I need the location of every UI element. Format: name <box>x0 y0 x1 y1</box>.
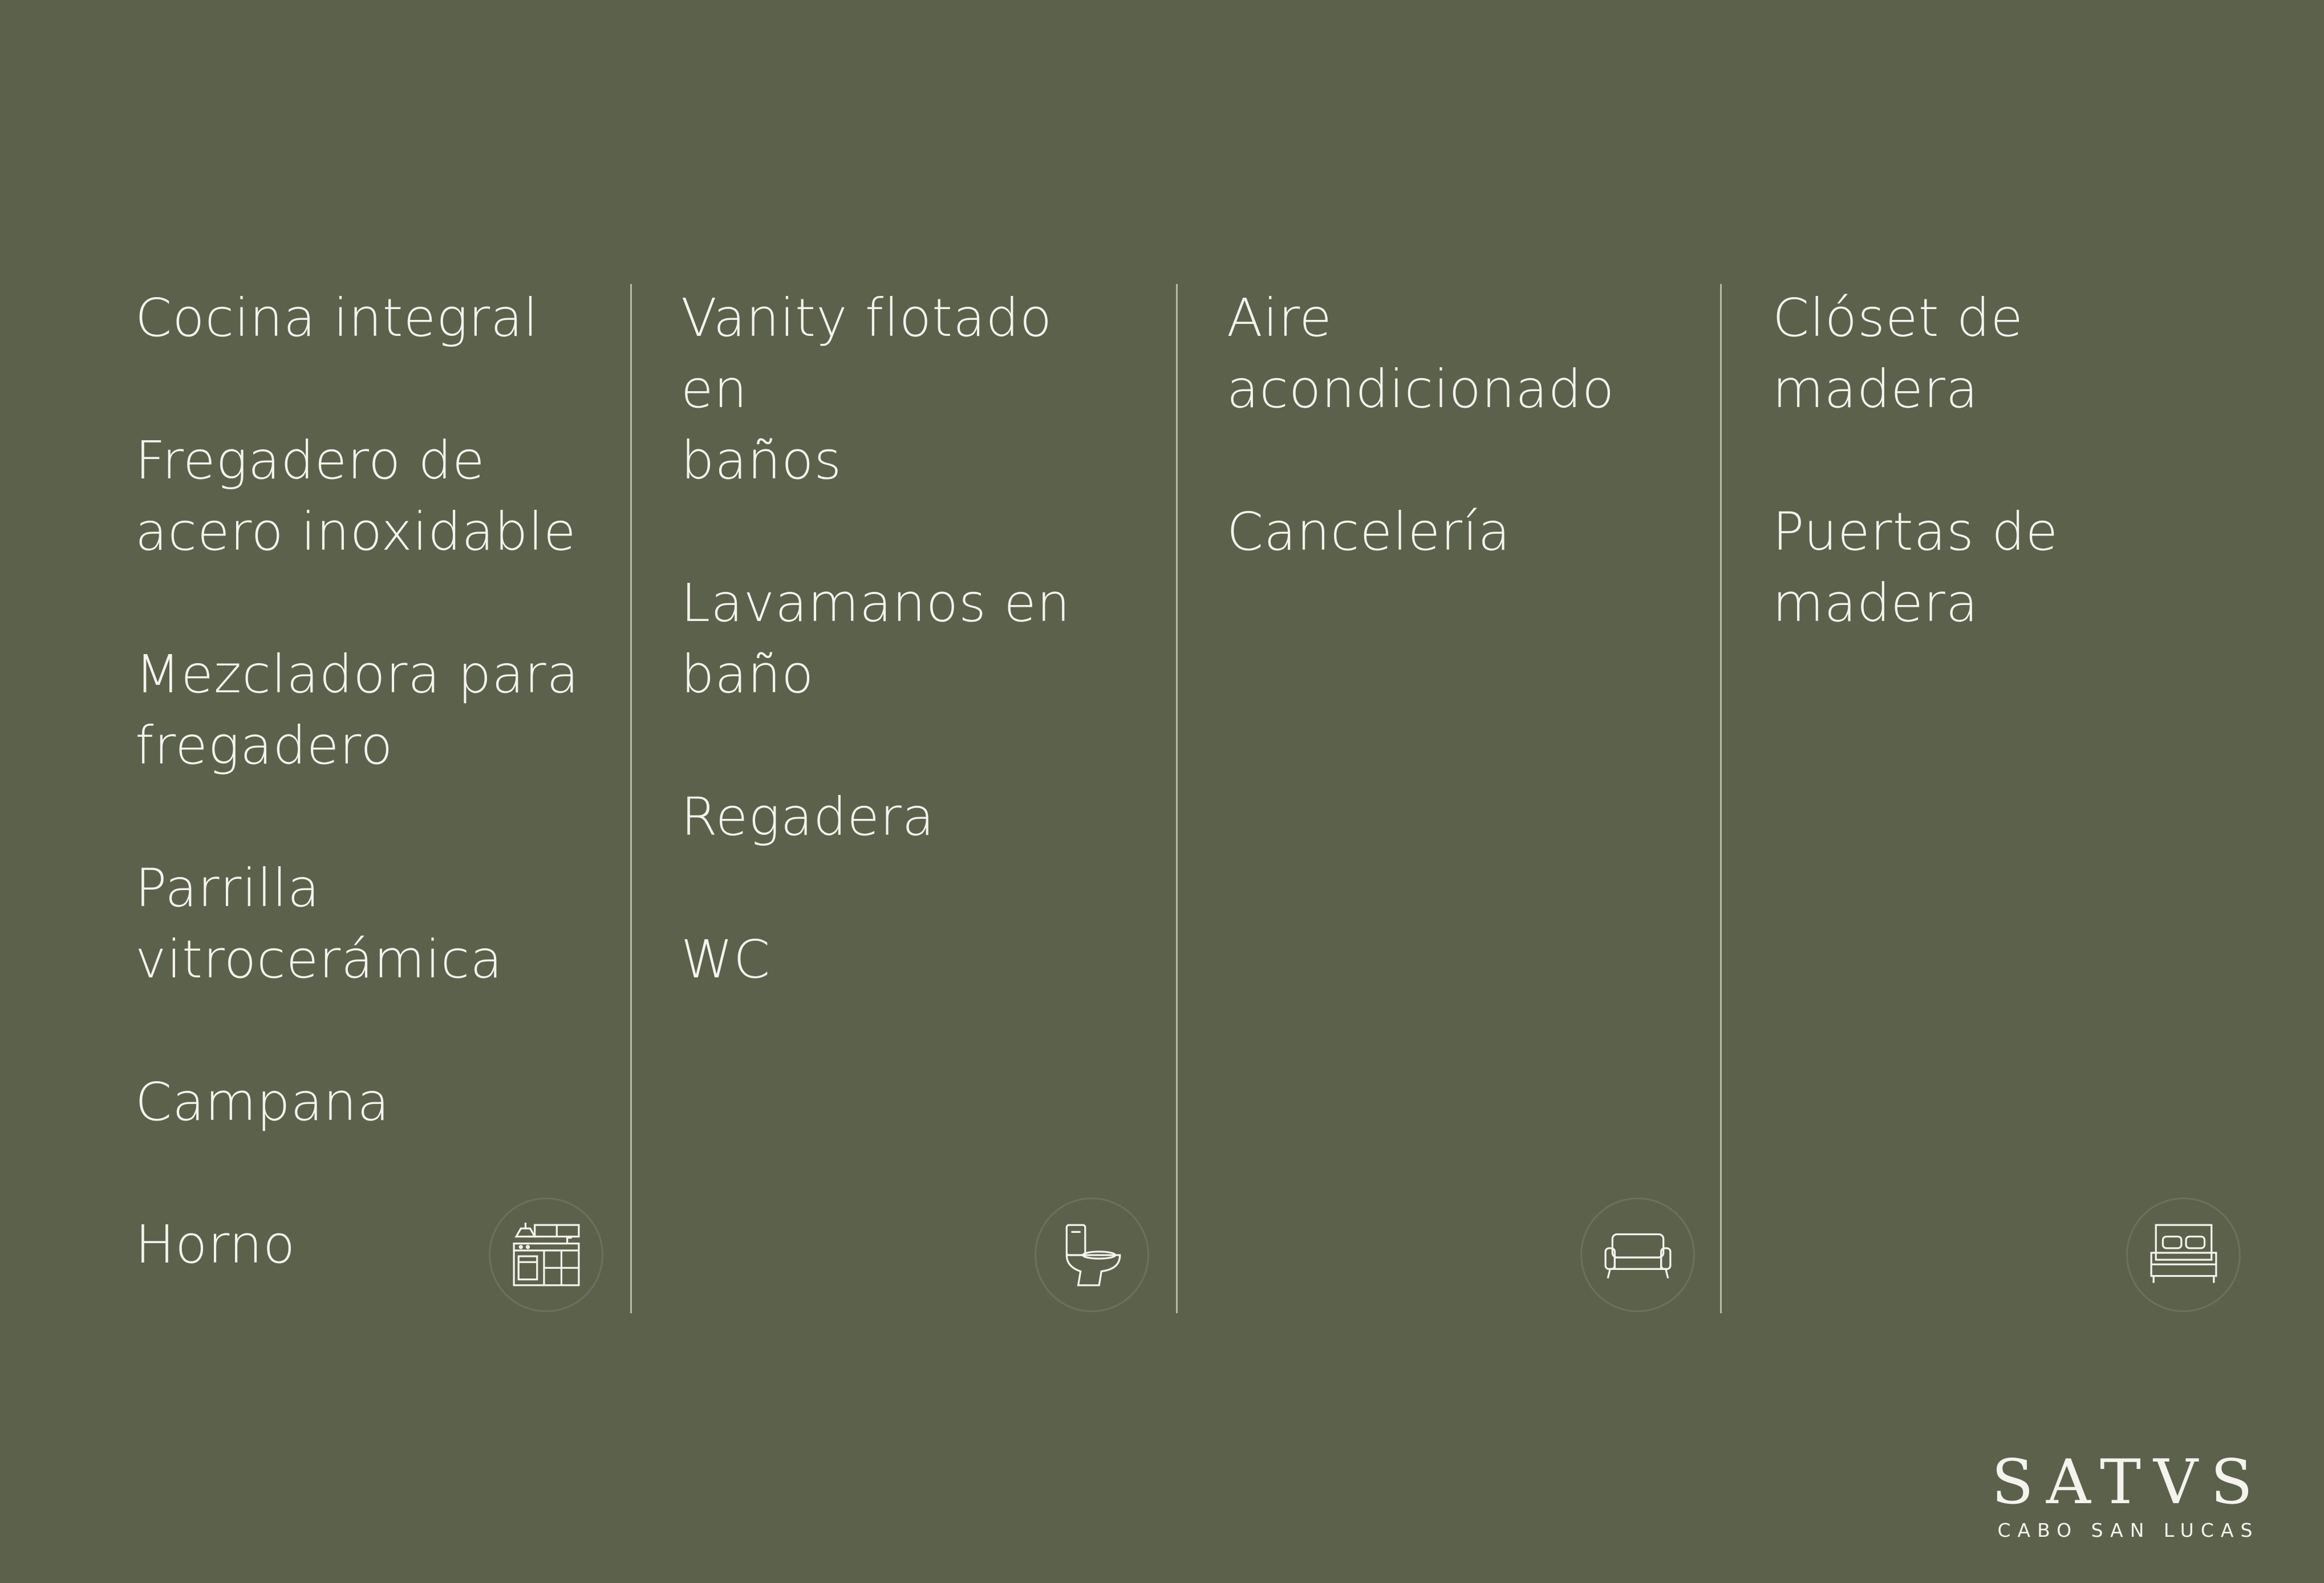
list-item: Fregadero de acero inoxidable <box>135 430 577 562</box>
bathroom-list: Vanity flotado en baños Lavamanos en bañ… <box>681 282 1126 1066</box>
list-item: WC <box>681 929 771 990</box>
brand-logo: SATVS CABO SAN LUCAS <box>1992 1448 2265 1542</box>
living-column: Aire acondicionado Cancelería <box>1092 282 1695 1314</box>
list-item: Cocina integral <box>135 287 539 348</box>
bathroom-column: Vanity flotado en baños Lavamanos en bañ… <box>546 282 1149 1314</box>
list-item: Aire acondicionado <box>1227 287 1615 420</box>
logo-subtitle: CABO SAN LUCAS <box>1997 1519 2260 1541</box>
list-item: Mezcladora para fregadero <box>135 644 579 776</box>
list-item: Regadera <box>681 786 935 847</box>
list-item: Cancelería <box>1227 501 1511 562</box>
bedroom-column: Clóset de madera Puertas de madera <box>1637 282 2241 1314</box>
bed-icon <box>2150 1224 2217 1283</box>
logo-wordmark: SATVS <box>1991 1447 2265 1518</box>
list-item: Clóset de madera <box>1773 287 2023 420</box>
list-item: Puertas de madera <box>1773 501 2059 634</box>
list-item: Lavamanos en baño <box>681 573 1071 705</box>
living-list: Aire acondicionado Cancelería <box>1227 282 1672 639</box>
kitchen-column: Cocina integral Fregadero de acero inoxi… <box>0 282 603 1314</box>
list-item: Vanity flotado en baños <box>681 287 1053 491</box>
list-item: Parrilla vitrocerámica <box>135 858 503 990</box>
list-item: Campana <box>135 1071 390 1133</box>
kitchen-list: Cocina integral Fregadero de acero inoxi… <box>135 282 580 1351</box>
bed-icon-badge <box>2126 1198 2241 1312</box>
bedroom-list: Clóset de madera Puertas de madera <box>1773 282 2217 710</box>
